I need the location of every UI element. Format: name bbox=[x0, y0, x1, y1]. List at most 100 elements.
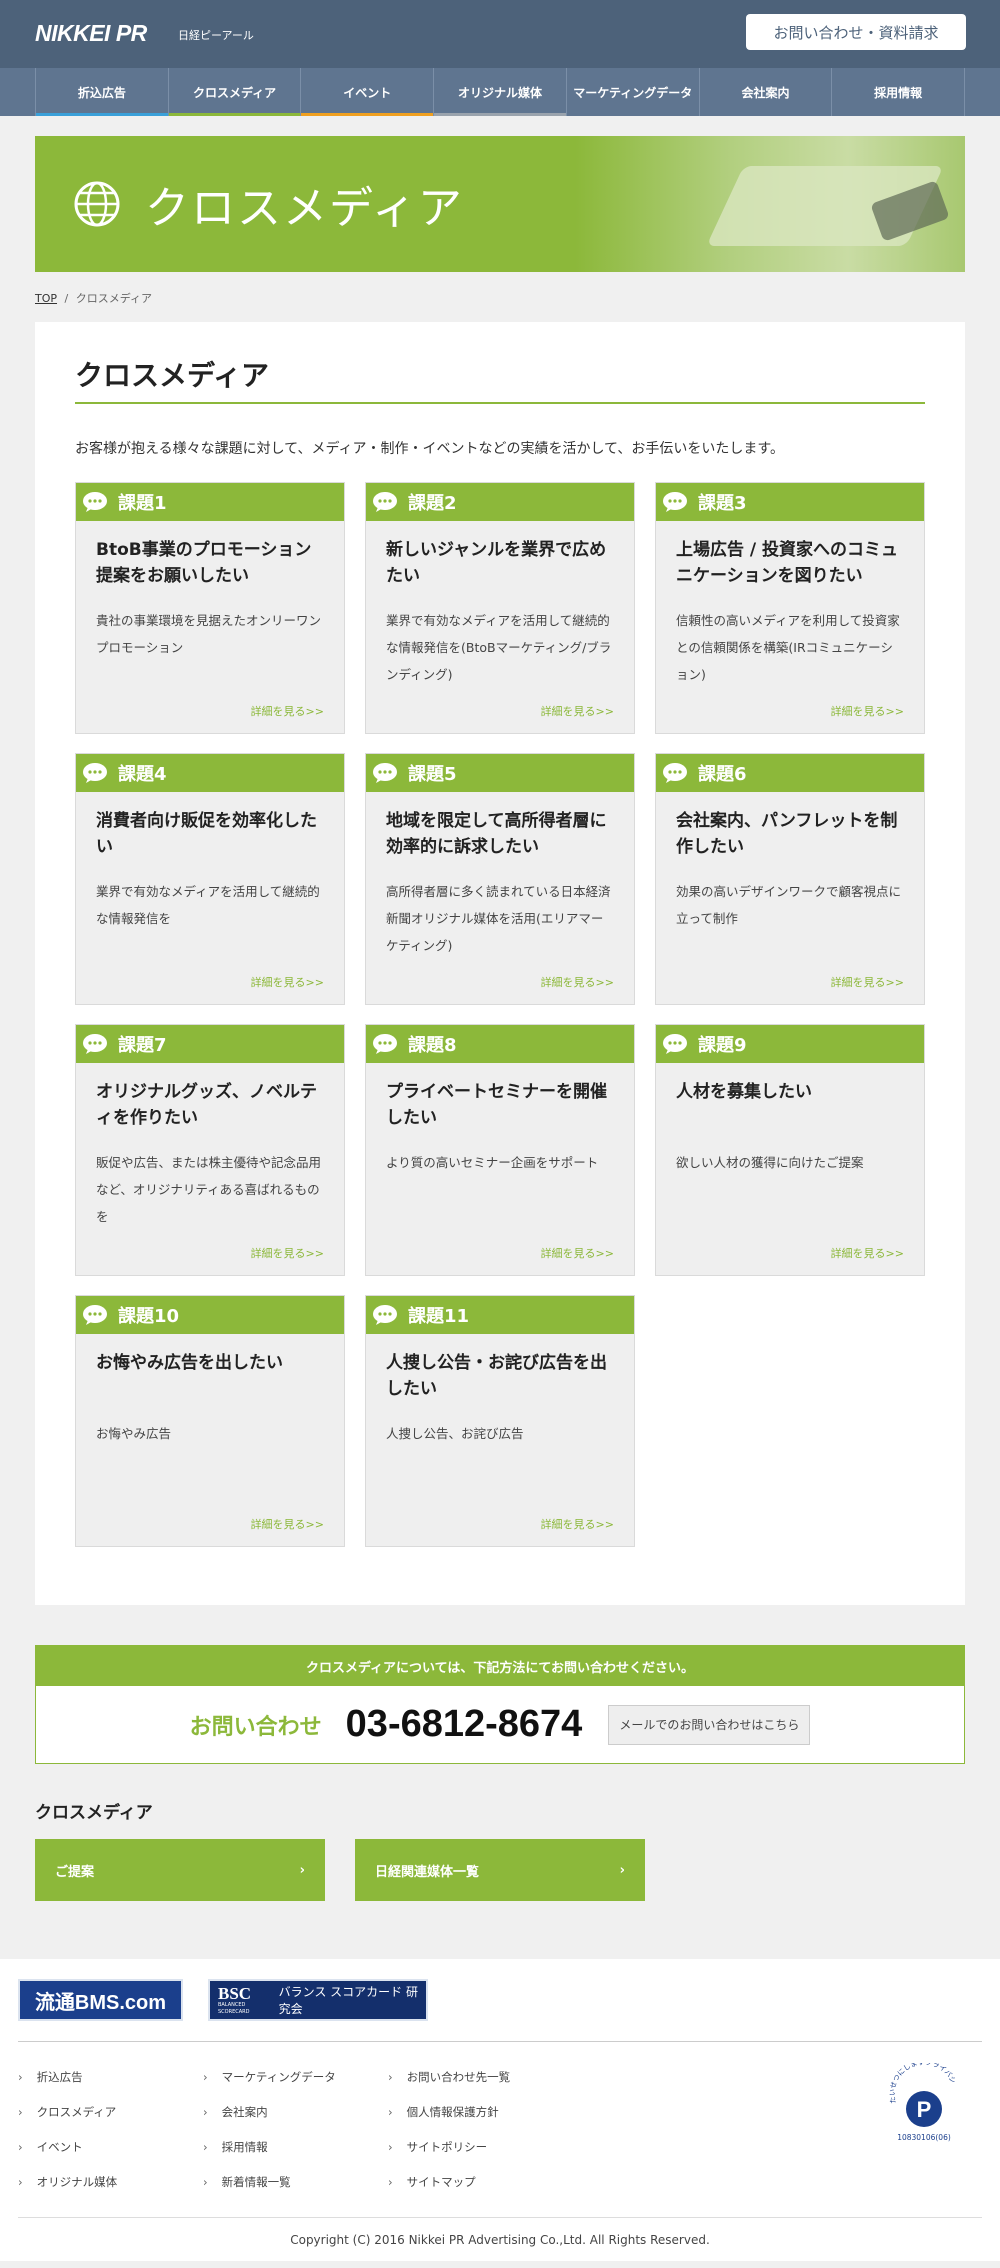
gnav-active-bar bbox=[168, 113, 301, 116]
gnav-item-2[interactable]: クロスメディア bbox=[168, 68, 302, 116]
gnav-item-7[interactable]: 採用情報 bbox=[832, 68, 966, 116]
issue-card-label: 課題5 bbox=[408, 764, 457, 785]
site-footer: 流通BMS.com BSC BALANCED SCORECARD バランス スコ… bbox=[0, 1959, 1000, 2261]
gnav-item-label: 会社案内 bbox=[741, 85, 790, 100]
speech-bubble-icon bbox=[372, 491, 398, 513]
speech-bubble-icon bbox=[82, 491, 108, 513]
footer-link[interactable]: サイトマップ bbox=[388, 2174, 510, 2209]
site-logo[interactable]: NIKKEI PR bbox=[35, 20, 147, 47]
issue-card-more-link[interactable]: 詳細を見る>> bbox=[541, 1516, 614, 1532]
issue-card-title: 上場広告 / 投資家へのコミュニケーションを図りたい bbox=[676, 540, 899, 586]
footer-links-col1: 折込広告クロスメディアイベントオリジナル媒体 bbox=[18, 2069, 118, 2209]
issue-card-header: 課題11 bbox=[366, 1296, 634, 1334]
inquiry-box: クロスメディアについては、下記方法にてお問い合わせください。 お問い合わせ 03… bbox=[35, 1645, 965, 1764]
site-header: NIKKEI PR 日経ピーアール お問い合わせ・資料請求 bbox=[0, 0, 1000, 68]
speech-bubble-icon bbox=[82, 1033, 108, 1055]
issue-card[interactable]: 課題7 オリジナルグッズ、ノベルティを作りたい 販促や広告、または株主優待や記念品用… bbox=[75, 1024, 345, 1276]
issue-card-more-link[interactable]: 詳細を見る>> bbox=[541, 703, 614, 719]
gnav-item-label: クロスメディア bbox=[192, 85, 277, 100]
issue-card[interactable]: 課題6 会社案内、パンフレットを制作したい 効果の高いデザインワークで顧客視点に立っ… bbox=[655, 753, 925, 1005]
issue-card-more-link[interactable]: 詳細を見る>> bbox=[251, 974, 324, 990]
issue-card[interactable]: 課題4 消費者向け販促を効率化したい 業界で有効なメディアを活用して継続的な情報発信… bbox=[75, 753, 345, 1005]
issue-card-desc: 効果の高いデザインワークで顧客視点に立って制作 bbox=[676, 884, 902, 926]
issue-card-header: 課題1 bbox=[76, 483, 344, 521]
gnav-item-1[interactable]: 折込広告 bbox=[35, 68, 169, 116]
global-nav: 折込広告 クロスメディア イベント オリジナル媒体 マーケティングデータ 会社案内 採用情報 bbox=[0, 68, 1000, 116]
email-inquiry-button[interactable]: メールでのお問い合わせはこちら bbox=[608, 1704, 811, 1745]
gnav-item-label: オリジナル媒体 bbox=[458, 85, 543, 100]
issue-card-title: 新しいジャンルを業界で広めたい bbox=[386, 540, 607, 586]
issue-card-more-link[interactable]: 詳細を見る>> bbox=[831, 703, 904, 719]
gnav-active-bar bbox=[301, 113, 434, 116]
contact-request-button[interactable]: お問い合わせ・資料請求 bbox=[746, 14, 966, 50]
globe-icon bbox=[74, 181, 120, 227]
issue-card-header: 課題6 bbox=[656, 754, 924, 792]
footer-link[interactable]: お問い合わせ先一覧 bbox=[388, 2069, 511, 2104]
footer-link[interactable]: 新着情報一覧 bbox=[203, 2174, 336, 2209]
issue-card-label: 課題6 bbox=[698, 764, 747, 785]
proposal-button[interactable]: ご提案 › bbox=[35, 1839, 325, 1901]
footer-link[interactable]: 採用情報 bbox=[203, 2139, 336, 2174]
issue-card-desc: お悔やみ広告 bbox=[96, 1426, 172, 1441]
issue-card-title: お悔やみ広告を出したい bbox=[96, 1353, 283, 1373]
issue-card-label: 課題8 bbox=[408, 1035, 457, 1056]
issue-card-label: 課題10 bbox=[118, 1306, 180, 1327]
gnav-item-4[interactable]: オリジナル媒体 bbox=[434, 68, 567, 116]
nikkei-media-list-button[interactable]: 日経関連媒体一覧 › bbox=[355, 1839, 645, 1901]
footer-link[interactable]: 会社案内 bbox=[203, 2104, 336, 2139]
nikkei-media-list-label: 日経関連媒体一覧 bbox=[375, 1864, 480, 1880]
gnav-item-label: 採用情報 bbox=[874, 85, 923, 100]
hero-banner: クロスメディア bbox=[35, 136, 965, 272]
gnav-item-5[interactable]: マーケティングデータ bbox=[567, 68, 700, 116]
issue-card-header: 課題2 bbox=[366, 483, 634, 521]
issue-card-more-link[interactable]: 詳細を見る>> bbox=[831, 1245, 904, 1261]
issue-card-header: 課題5 bbox=[366, 754, 634, 792]
ryutsu-bms-banner[interactable]: 流通BMS.com bbox=[18, 1979, 183, 2021]
footer-link[interactable]: 折込広告 bbox=[18, 2069, 117, 2104]
bsc-logo-small: BALANCED SCORECARD bbox=[218, 2001, 250, 2015]
issue-card-desc: 高所得者層に多く読まれている日本経済新聞オリジナル媒体を活用(エリアマーケティン… bbox=[386, 884, 611, 953]
inquiry-label: お問い合わせ bbox=[189, 1714, 322, 1740]
issue-card[interactable]: 課題8 プライベートセミナーを開催したい より質の高いセミナー企画をサポート 詳細を見… bbox=[365, 1024, 635, 1276]
gnav-item-3[interactable]: イベント bbox=[301, 68, 435, 116]
gnav-active-bar bbox=[434, 113, 566, 116]
issue-card[interactable]: 課題5 地域を限定して高所得者層に効率的に訴求したい高所得者層に多く読まれている日… bbox=[365, 753, 635, 1005]
issue-card-more-link[interactable]: 詳細を見る>> bbox=[541, 1245, 614, 1261]
issue-card-more-link[interactable]: 詳細を見る>> bbox=[251, 703, 324, 719]
gnav-item-label: 折込広告 bbox=[77, 85, 126, 100]
issue-card-desc: 販促や広告、または株主優待や記念品用など、オリジナリティある喜ばれるものを bbox=[96, 1155, 322, 1224]
issue-card[interactable]: 課題2 新しいジャンルを業界で広めたい 業界で有効なメディアを活用して継続的な情報発… bbox=[365, 482, 635, 734]
issue-card-title: 消費者向け販促を効率化したい bbox=[96, 811, 317, 857]
chevron-right-icon: › bbox=[299, 1862, 305, 1878]
hero-title: クロスメディア bbox=[145, 183, 464, 234]
issue-card-more-link[interactable]: 詳細を見る>> bbox=[831, 974, 904, 990]
issue-card-title: 人材を募集したい bbox=[676, 1082, 812, 1102]
breadcrumb: TOP / クロスメディア bbox=[35, 290, 965, 306]
issue-card-label: 課題2 bbox=[408, 493, 457, 514]
site-logo-subtitle: 日経ピーアール bbox=[178, 29, 254, 42]
footer-link[interactable]: マーケティングデータ bbox=[203, 2069, 336, 2104]
bsc-banner[interactable]: BSC BALANCED SCORECARD バランス スコアカード 研究会 bbox=[208, 1979, 428, 2021]
svg-text:10830106(06): 10830106(06) bbox=[897, 2133, 951, 2142]
main-panel: クロスメディア お客様が抱える様々な課題に対して、メディア・制作・イベントなどの… bbox=[35, 322, 965, 1605]
issue-card[interactable]: 課題3 上場広告 / 投資家へのコミュニケーションを図りたい 信頼性の高いメディアを… bbox=[655, 482, 925, 734]
issue-card-title: 地域を限定して高所得者層に効率的に訴求したい bbox=[386, 811, 607, 857]
issue-card-desc: 業界で有効なメディアを活用して継続的な情報発信を bbox=[96, 884, 320, 926]
footer-link[interactable]: イベント bbox=[18, 2139, 117, 2174]
bsc-logo-text: BSC bbox=[218, 1983, 252, 2003]
issue-card[interactable]: 課題11 人捜し公告・お詫び広告を出したい 人捜し公告、お詫び広告 詳細を見る>> bbox=[365, 1295, 635, 1547]
chevron-right-icon: › bbox=[619, 1862, 625, 1878]
issue-card[interactable]: 課題10 お悔やみ広告を出したいお悔やみ広告詳細を見る>> bbox=[75, 1295, 345, 1547]
footer-link[interactable]: オリジナル媒体 bbox=[18, 2174, 118, 2209]
issue-card-more-link[interactable]: 詳細を見る>> bbox=[251, 1516, 324, 1532]
footer-link[interactable]: サイトポリシー bbox=[388, 2139, 510, 2174]
issue-card[interactable]: 課題1 BtoB事業のプロモーション提案をお願いしたい 貴社の事業環境を見据えたオン… bbox=[75, 482, 345, 734]
breadcrumb-top-link[interactable]: TOP bbox=[35, 292, 57, 305]
issue-card-more-link[interactable]: 詳細を見る>> bbox=[541, 974, 614, 990]
breadcrumb-separator: / bbox=[64, 292, 69, 305]
issue-card-more-link[interactable]: 詳細を見る>> bbox=[251, 1245, 324, 1261]
gnav-item-6[interactable]: 会社案内 bbox=[700, 68, 833, 116]
issue-card[interactable]: 課題9 人材を募集したい 欲しい人材の獲得に向けたご提案 詳細を見る>> bbox=[655, 1024, 925, 1276]
footer-link[interactable]: 個人情報保護方針 bbox=[388, 2104, 510, 2139]
footer-link[interactable]: クロスメディア bbox=[18, 2104, 117, 2139]
